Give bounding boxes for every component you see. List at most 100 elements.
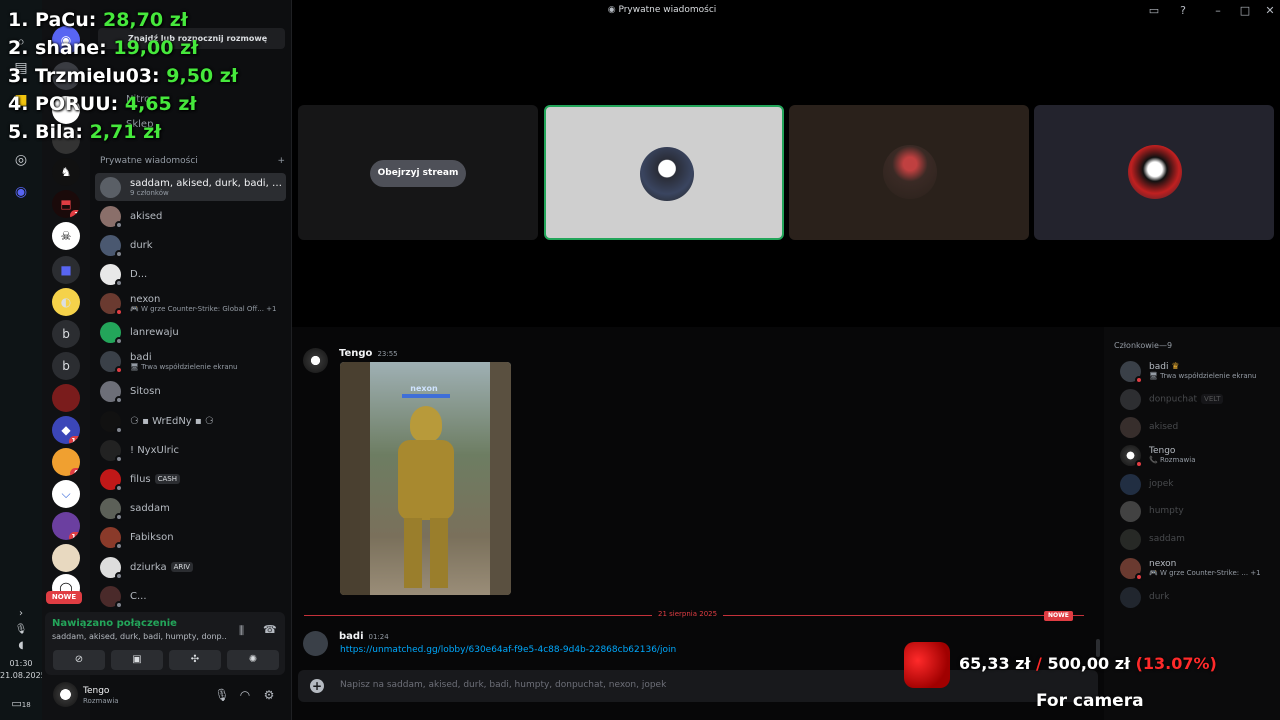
member-item-saddam[interactable]: saddam xyxy=(1120,527,1278,551)
volume-icon[interactable]: ◖ xyxy=(11,636,31,656)
system-clock[interactable]: 01:30 21.08.2025 xyxy=(0,658,46,682)
character-body-shape xyxy=(398,440,454,520)
member-item-badi[interactable]: badi ♛ 🖥 Trwa współdzielenie ekranu xyxy=(1120,359,1278,384)
new-servers-pill[interactable]: NOWE xyxy=(46,591,82,604)
call-tile[interactable] xyxy=(1034,105,1274,240)
dm-item-badi[interactable]: badi 🖥 Trwa współdzielenie ekranu xyxy=(95,347,286,375)
avatar[interactable] xyxy=(303,348,328,373)
voice-members[interactable]: saddam, akised, durk, badi, humpty, donp… xyxy=(52,632,227,641)
share-screen-button[interactable]: ▣ xyxy=(111,650,163,670)
avatar xyxy=(100,410,123,434)
close-icon[interactable]: ✕ xyxy=(1262,3,1278,19)
donation-separator: / xyxy=(1036,654,1042,673)
activities-button[interactable]: ✣ xyxy=(169,650,221,670)
notification-icon[interactable]: ▭18 xyxy=(11,694,31,714)
dm-item-lanrewaju[interactable]: lanrewaju xyxy=(95,318,286,346)
toggle-camera-button[interactable]: ⊘ xyxy=(53,650,105,670)
microphone-icon[interactable]: 🎙 xyxy=(214,687,230,703)
dm-item-fabikson[interactable]: Fabikson xyxy=(95,523,286,551)
dm-item-group[interactable]: saddam, akised, durk, badi, h... 9 członk… xyxy=(95,173,286,201)
dm-name: saddam, akised, durk, badi, h... xyxy=(130,177,286,189)
unread-badge: 11 xyxy=(69,436,80,444)
new-badge: NOWE xyxy=(1044,611,1073,621)
add-attachment-icon[interactable]: + xyxy=(310,679,324,693)
avatar xyxy=(1120,557,1143,581)
status-dot xyxy=(115,483,123,492)
dm-name: dziurka ARIV xyxy=(130,561,286,573)
status-dot xyxy=(1135,572,1143,581)
member-item-durk[interactable]: durk xyxy=(1120,585,1278,609)
avatar xyxy=(1120,528,1141,550)
dm-item-filus[interactable]: filus CASH xyxy=(95,465,286,493)
member-activity: 🖥 Trwa współdzielenie ekranu xyxy=(1149,372,1257,380)
server-letter-icon[interactable]: b xyxy=(52,320,80,348)
discord-taskbar-icon[interactable]: ◉ xyxy=(11,182,31,202)
message-input-placeholder: Napisz na saddam, akised, durk, badi, hu… xyxy=(340,680,667,690)
server-letter-icon[interactable]: b xyxy=(52,352,80,380)
member-item-nexon[interactable]: nexon 🎮 W grze Counter-Strike: ... +1 xyxy=(1120,556,1278,581)
dm-name: D... xyxy=(130,268,148,280)
dm-subtext: 🎮 W grze Counter-Strike: Global Off... +… xyxy=(130,305,286,313)
dm-item-saddam[interactable]: saddam xyxy=(95,494,286,522)
avatar[interactable] xyxy=(303,631,328,656)
server-icon[interactable]: ◆ 11 xyxy=(52,416,80,444)
member-item-donpuchat[interactable]: donpuchat VELT xyxy=(1120,387,1278,411)
member-name: badi ♛ xyxy=(1149,362,1257,372)
window-titlebar: ◉ Prywatne wiadomości ▭ ? – □ ✕ xyxy=(292,0,1280,22)
avatar[interactable] xyxy=(53,682,78,707)
avatar xyxy=(100,439,123,463)
dm-item-nexon[interactable]: nexon 🎮 W grze Counter-Strike: Global Off… xyxy=(95,289,286,317)
call-tile[interactable] xyxy=(789,105,1029,240)
dm-item-akised[interactable]: akised xyxy=(95,202,286,230)
donation-goal-overlay: 65,33 zł / 500,00 zł (13.07%) xyxy=(904,642,1280,690)
message-author[interactable]: badi 01:24 xyxy=(339,631,389,642)
folder-server-icon[interactable]: ■ xyxy=(52,256,80,284)
server-icon[interactable]: 18 xyxy=(52,512,80,540)
soundboard-button[interactable]: ✺ xyxy=(227,650,279,670)
dm-item-durk[interactable]: durk xyxy=(95,231,286,259)
message-link[interactable]: https://unmatched.gg/lobby/630e64af-f9e5… xyxy=(340,645,676,655)
call-tile-speaking[interactable] xyxy=(544,105,784,240)
server-icon[interactable] xyxy=(52,544,80,572)
help-icon[interactable]: ? xyxy=(1175,3,1191,19)
server-icon[interactable]: ⬒ 1 xyxy=(52,190,80,218)
dm-item-nyxulric[interactable]: ! NyxUlric xyxy=(95,436,286,464)
server-icon[interactable]: ☠ xyxy=(52,222,80,250)
dm-item-sitosn[interactable]: Sitosn xyxy=(95,377,286,405)
member-item-tengo[interactable]: Tengo 📞 Rozmawia xyxy=(1120,443,1278,468)
member-item-humpty[interactable]: humpty xyxy=(1120,499,1278,523)
unread-badge: 18 xyxy=(69,532,80,540)
message-image-attachment[interactable]: nexon xyxy=(340,362,511,595)
create-dm-icon[interactable]: + xyxy=(277,156,285,166)
server-icon[interactable]: 6 xyxy=(52,448,80,476)
settings-gear-icon[interactable]: ⚙ xyxy=(261,687,277,703)
ranking-label: 4. PORUU: xyxy=(8,93,119,115)
dm-name: saddam xyxy=(130,502,170,514)
stream-tile[interactable]: Obejrzyj stream xyxy=(298,105,538,240)
screen-share-icon: ▣ xyxy=(132,654,142,665)
activity-extra: +1 xyxy=(266,304,277,313)
headphones-icon[interactable]: ◠ xyxy=(237,687,253,703)
voice-status[interactable]: Nawiązano połączenie xyxy=(52,618,177,629)
server-icon[interactable] xyxy=(52,384,80,412)
dm-item-d[interactable]: D... xyxy=(95,260,286,288)
server-icon[interactable]: ⌵ xyxy=(52,480,80,508)
server-icon[interactable]: ◐ xyxy=(52,288,80,316)
character-leg-shape xyxy=(430,518,448,588)
dm-item-wredny[interactable]: ⚆ ▪ WrEdNy ▪ ⚆ xyxy=(95,407,286,435)
disconnect-icon[interactable]: ☎ xyxy=(263,623,277,636)
message-author[interactable]: Tengo 23:55 xyxy=(339,348,398,359)
member-item-akised[interactable]: akised xyxy=(1120,415,1278,439)
server-tag: ARIV xyxy=(170,561,194,572)
noise-suppression-icon[interactable]: ⫼ xyxy=(239,624,244,638)
member-item-jopek[interactable]: jopek xyxy=(1120,472,1278,496)
maximize-icon[interactable]: □ xyxy=(1237,3,1253,19)
member-name: akised xyxy=(1149,422,1179,432)
watch-stream-button[interactable]: Obejrzyj stream xyxy=(370,160,466,187)
server-icon[interactable]: ♞ xyxy=(52,158,80,186)
browser-icon[interactable]: ◎ xyxy=(11,150,31,170)
minimize-icon[interactable]: – xyxy=(1210,3,1226,19)
dm-item-c[interactable]: C... xyxy=(95,582,286,610)
dm-item-dziurka[interactable]: dziurka ARIV xyxy=(95,553,286,581)
inbox-icon[interactable]: ▭ xyxy=(1146,3,1162,19)
